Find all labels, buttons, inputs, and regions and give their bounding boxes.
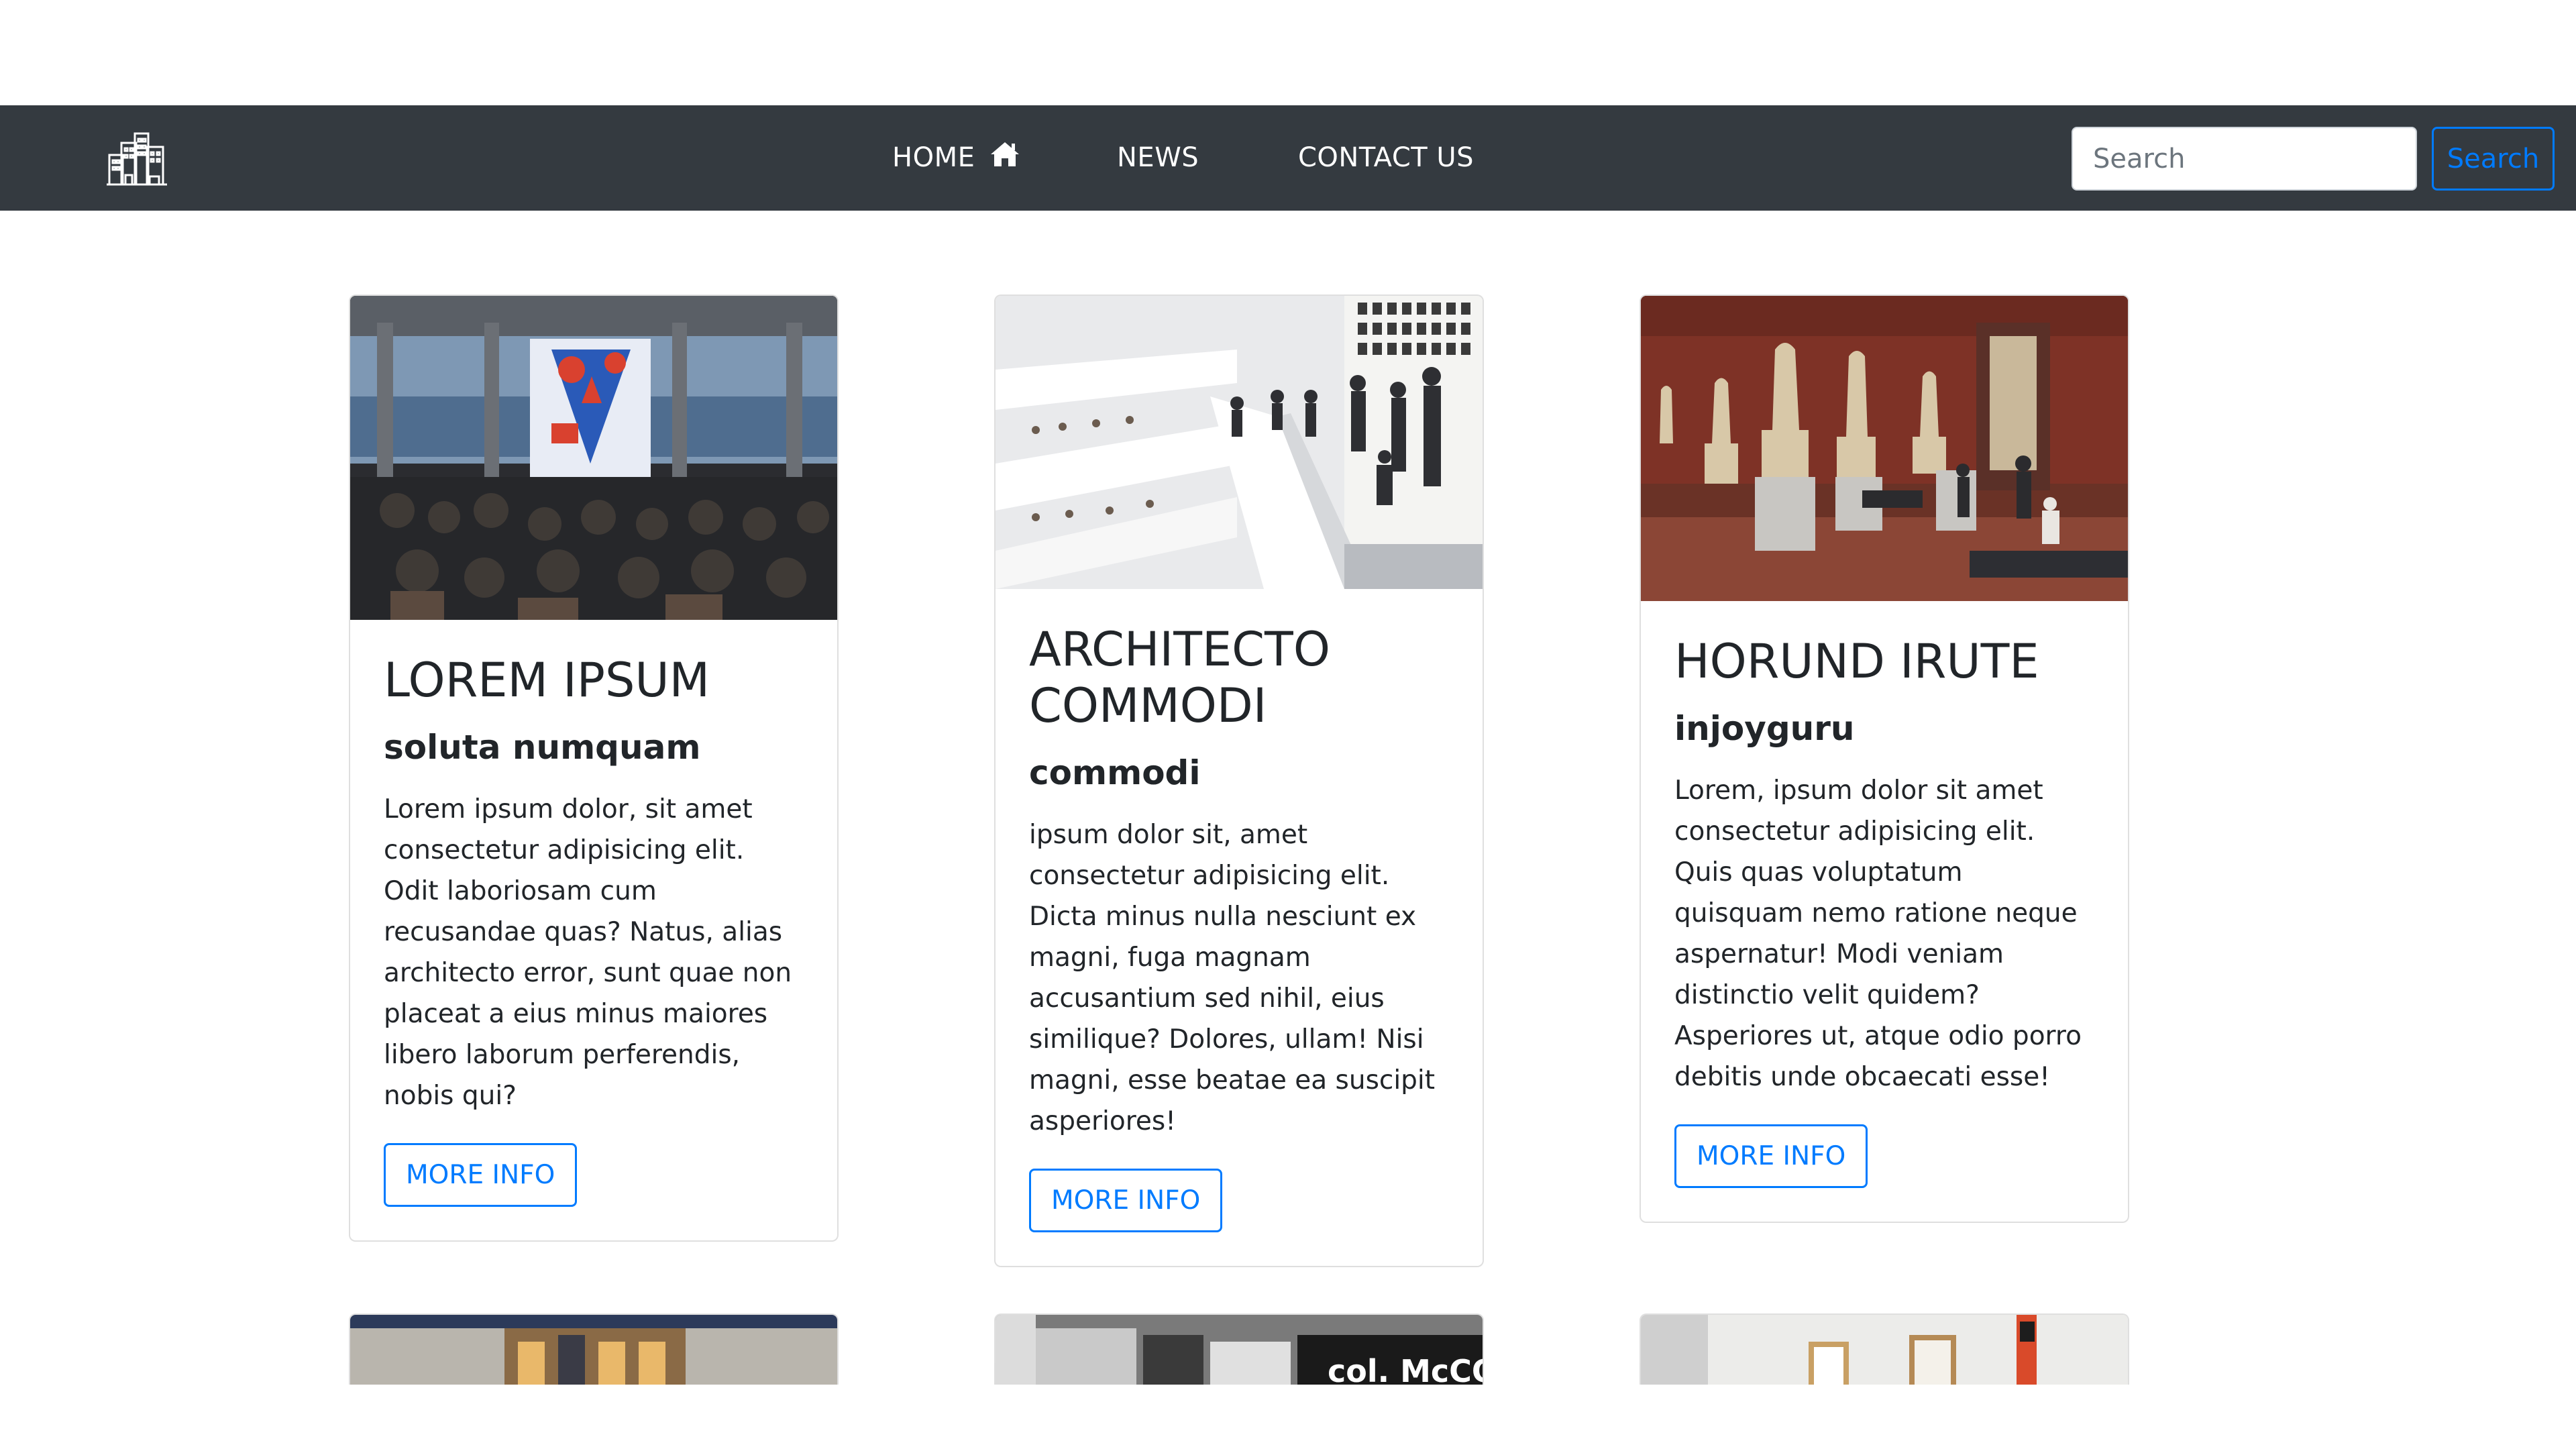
card-title: HORUND IRUTE — [1674, 634, 2039, 689]
card-image-partial — [1640, 1313, 2129, 1385]
card-text: Lorem, ipsum dolor sit amet consectetur … — [1674, 775, 2082, 1092]
more-info-button[interactable]: MORE INFO — [1029, 1169, 1223, 1232]
nav-contact-link[interactable]: CONTACT US — [1298, 105, 1474, 211]
page-background — [0, 1385, 2576, 1449]
card-subtitle: soluta numquam — [384, 728, 701, 767]
card: LOREM IPSUM soluta numquam Lorem ipsum d… — [349, 294, 839, 1242]
card-image — [996, 296, 1483, 589]
card-title: LOREM IPSUM — [384, 653, 710, 708]
search-button[interactable]: Search — [2432, 127, 2555, 191]
card: HORUND IRUTE injoyguru Lorem, ipsum dolo… — [1640, 294, 2129, 1223]
nav-home-link[interactable]: HOME — [892, 105, 1020, 211]
home-icon — [989, 107, 1020, 212]
city-buildings-icon[interactable] — [105, 128, 168, 189]
card-title: ARCHITECTO COMMODI — [1029, 622, 1330, 733]
svg-text:col. McCOY'S: col. McCOY'S — [1328, 1353, 1484, 1385]
search-input[interactable] — [2072, 127, 2417, 191]
more-info-button[interactable]: MORE INFO — [1674, 1124, 1868, 1188]
card-image — [350, 296, 837, 620]
card-text: ipsum dolor sit, amet consectetur adipis… — [1029, 820, 1436, 1136]
card-image — [1641, 296, 2128, 601]
card: ARCHITECTO COMMODI commodi ipsum dolor s… — [994, 294, 1484, 1267]
card-body: HORUND IRUTE injoyguru Lorem, ipsum dolo… — [1641, 601, 2128, 1222]
card-body: ARCHITECTO COMMODI commodi ipsum dolor s… — [996, 589, 1483, 1266]
nav-home-label: HOME — [892, 142, 975, 173]
card-text: Lorem ipsum dolor, sit amet consectetur … — [384, 794, 792, 1111]
card-body: LOREM IPSUM soluta numquam Lorem ipsum d… — [350, 620, 837, 1240]
card-image-partial: col. McCOY'S — [994, 1313, 1484, 1385]
card-subtitle: injoyguru — [1674, 709, 1855, 748]
nav-news-link[interactable]: NEWS — [1117, 105, 1199, 211]
card-image-partial — [349, 1313, 839, 1385]
more-info-button[interactable]: MORE INFO — [384, 1143, 578, 1207]
card-subtitle: commodi — [1029, 753, 1201, 792]
